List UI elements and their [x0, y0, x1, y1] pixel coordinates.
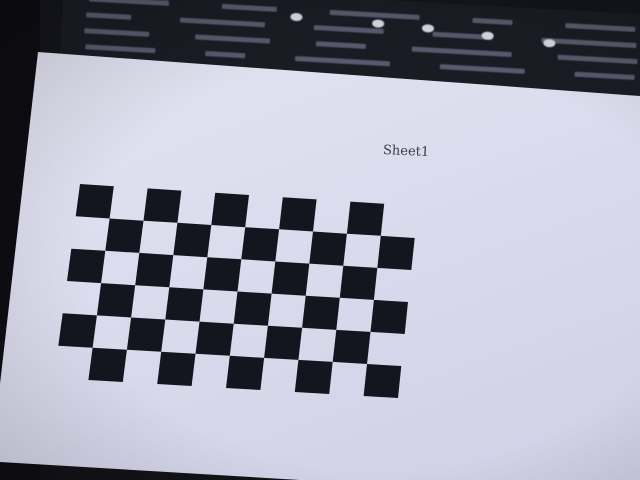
checker-square: [88, 347, 127, 382]
checker-square: [377, 235, 415, 270]
checker-square: [203, 257, 242, 292]
checker-square: [195, 321, 234, 356]
checker-square: [226, 355, 265, 390]
checker-square: [241, 227, 280, 262]
checker-square: [67, 248, 106, 284]
checkerboard-pattern: [58, 184, 415, 398]
checker-square: [157, 351, 196, 386]
checker-square: [96, 283, 136, 318]
checker-square: [143, 188, 182, 223]
checker-square: [264, 325, 303, 360]
photo-scene: Sheet1: [0, 0, 640, 480]
checker-square: [58, 313, 97, 348]
checker-square: [302, 295, 340, 330]
checker-square: [173, 222, 212, 258]
checker-square: [135, 252, 174, 288]
checker-square: [346, 201, 385, 236]
checker-square: [211, 192, 249, 228]
checker-square: [105, 218, 144, 253]
checker-square: [370, 299, 408, 334]
checker-square: [294, 359, 333, 394]
checker-square: [339, 265, 378, 300]
checker-square: [309, 231, 347, 266]
checker-square: [279, 197, 317, 232]
checker-square: [75, 184, 114, 219]
checker-square: [165, 287, 204, 322]
checker-square: [332, 329, 371, 364]
checker-square: [363, 364, 402, 398]
checker-square: [126, 317, 166, 352]
checker-square: [233, 291, 272, 326]
checker-square: [271, 261, 310, 296]
